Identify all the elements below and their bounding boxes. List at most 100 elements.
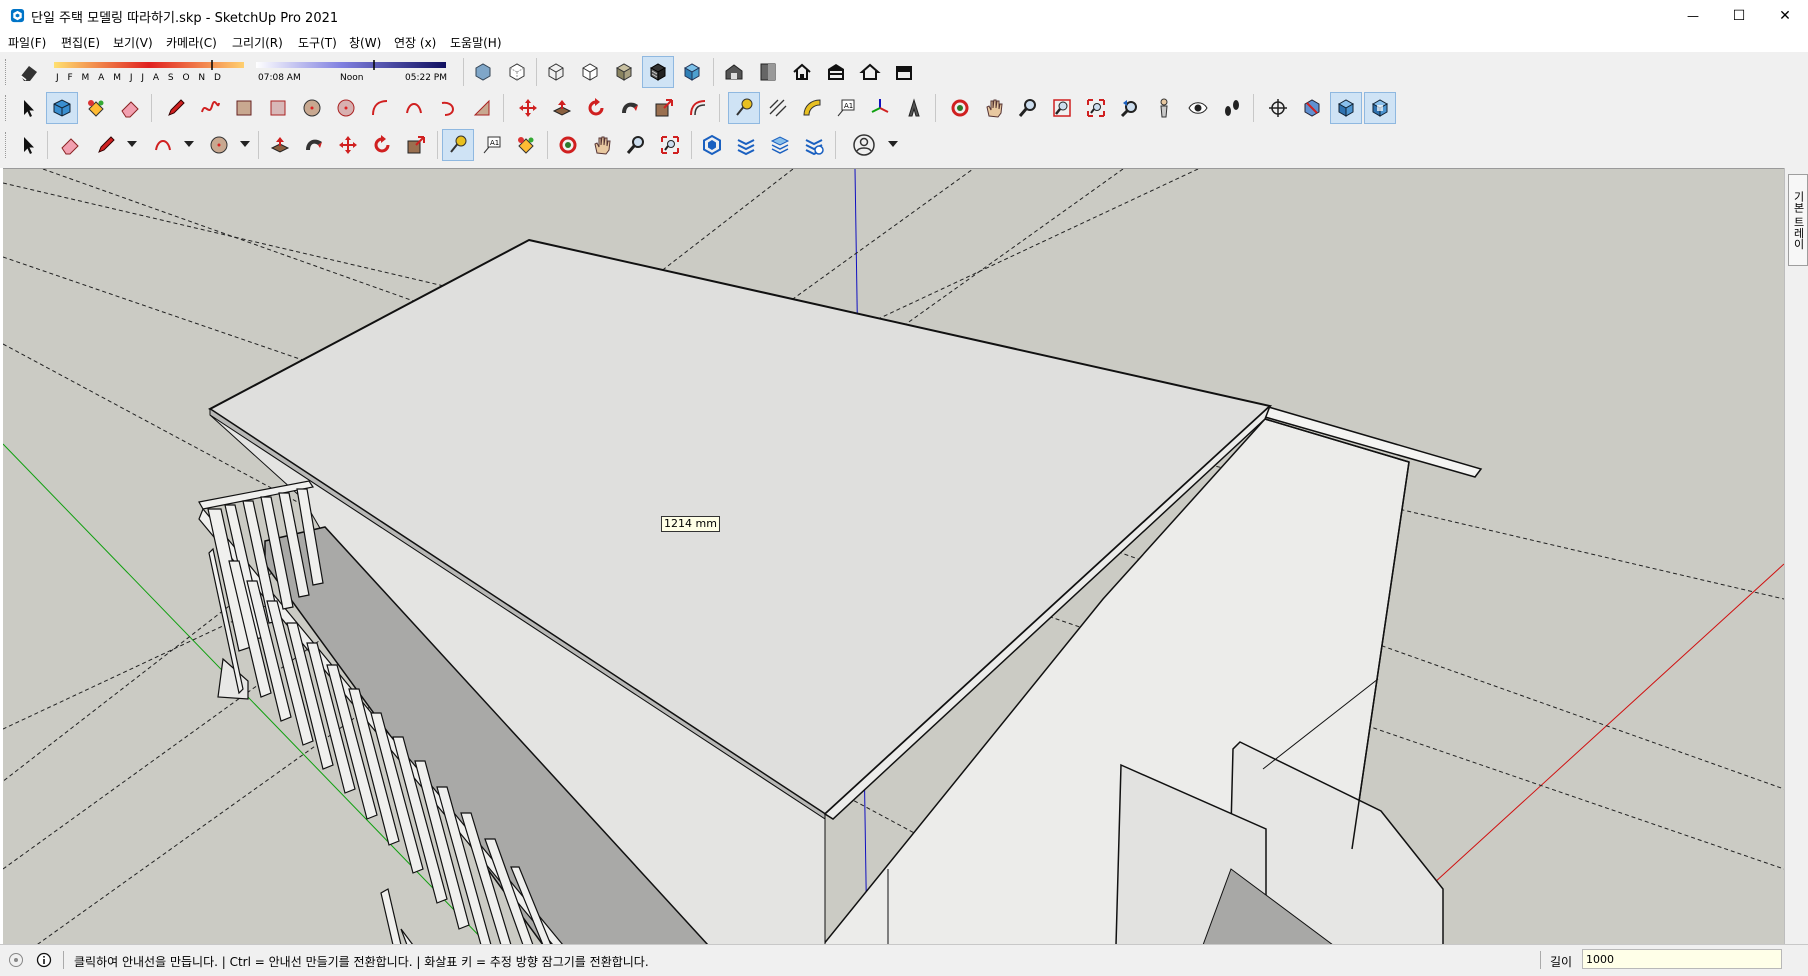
pencil-button[interactable] xyxy=(161,93,191,123)
scale-button[interactable] xyxy=(649,93,679,123)
walk-button[interactable] xyxy=(1217,93,1247,123)
zoom-button[interactable] xyxy=(621,130,651,160)
rotated-rectangle-button[interactable] xyxy=(263,93,293,123)
model-info-button[interactable] xyxy=(799,130,829,160)
pencil-dropdown-icon[interactable] xyxy=(127,141,137,147)
menu-extensions[interactable]: 연장 (x) xyxy=(394,34,436,51)
select-button[interactable] xyxy=(13,93,43,123)
menu-window[interactable]: 창(W) xyxy=(349,34,381,51)
dimension-button[interactable] xyxy=(763,93,793,123)
look-around-button[interactable] xyxy=(1183,93,1213,123)
arc-button[interactable] xyxy=(148,130,178,160)
warehouse-component-button[interactable] xyxy=(889,57,919,87)
menu-help[interactable]: 도움말(H) xyxy=(450,34,502,51)
orbit-button[interactable] xyxy=(553,130,583,160)
rectangle-button[interactable] xyxy=(229,93,259,123)
toolbar-grip[interactable] xyxy=(5,132,9,158)
extension-button[interactable] xyxy=(731,130,761,160)
pan-button[interactable] xyxy=(979,93,1009,123)
menu-tools[interactable]: 도구(T) xyxy=(298,34,337,51)
display-section-planes-button[interactable] xyxy=(1297,93,1327,123)
toolbar-grip[interactable] xyxy=(5,59,9,85)
eraser-button[interactable] xyxy=(55,130,85,160)
freehand-button[interactable] xyxy=(195,93,225,123)
menu-camera[interactable]: 카메라(C) xyxy=(166,34,217,51)
circle-button[interactable] xyxy=(204,130,234,160)
monochrome-button[interactable] xyxy=(677,57,707,87)
warehouse-button[interactable] xyxy=(719,57,749,87)
arc-dropdown-icon[interactable] xyxy=(184,141,194,147)
display-section-cuts-button[interactable] xyxy=(1330,92,1362,124)
menu-file[interactable]: 파일(F) xyxy=(8,34,46,51)
zoom-window-button[interactable] xyxy=(1047,93,1077,123)
zoom-button[interactable] xyxy=(1013,93,1043,123)
warehouse-button[interactable] xyxy=(697,130,727,160)
text-button[interactable]: A1 xyxy=(477,130,507,160)
time-gradient-bar[interactable] xyxy=(256,60,446,70)
menu-view[interactable]: 보기(V) xyxy=(113,34,153,51)
position-camera-button[interactable] xyxy=(1149,93,1179,123)
geo-location-icon[interactable] xyxy=(8,952,24,968)
follow-me-button[interactable] xyxy=(615,93,645,123)
default-tray-tab[interactable]: 기본 트레이 xyxy=(1788,174,1808,266)
shaded-textures-button[interactable] xyxy=(642,56,674,88)
component-button[interactable] xyxy=(46,92,78,124)
month-gradient-bar[interactable] xyxy=(54,60,244,70)
maximize-button[interactable]: ☐ xyxy=(1716,0,1762,31)
move-button[interactable] xyxy=(333,130,363,160)
account-dropdown-icon[interactable] xyxy=(888,141,898,147)
previous-view-button[interactable] xyxy=(1115,93,1145,123)
pan-button[interactable] xyxy=(587,130,617,160)
section-plane-button[interactable] xyxy=(1263,93,1293,123)
scale-button[interactable] xyxy=(401,130,431,160)
shaded-button[interactable] xyxy=(609,57,639,87)
layers-button[interactable] xyxy=(765,130,795,160)
toolbar-grip[interactable] xyxy=(5,95,9,121)
move-button[interactable] xyxy=(513,93,543,123)
paint-bucket-button[interactable] xyxy=(81,93,111,123)
minimize-button[interactable]: — xyxy=(1670,0,1716,31)
tape-measure-button[interactable] xyxy=(442,129,474,161)
menu-draw[interactable]: 그리기(R) xyxy=(232,34,283,51)
push-pull-button[interactable] xyxy=(265,130,295,160)
three-point-arc-button[interactable] xyxy=(433,93,463,123)
display-section-fill-button[interactable] xyxy=(1364,92,1396,124)
measurements-input[interactable] xyxy=(1582,949,1782,969)
select-button[interactable] xyxy=(13,130,43,160)
arc-button[interactable] xyxy=(365,93,395,123)
push-pull-button[interactable] xyxy=(547,93,577,123)
account-button[interactable] xyxy=(849,130,879,160)
two-point-arc-button[interactable] xyxy=(399,93,429,123)
zoom-extents-button[interactable] xyxy=(655,130,685,160)
3d-text-button[interactable] xyxy=(899,93,929,123)
rotate-button[interactable] xyxy=(367,130,397,160)
tape-measure-button[interactable] xyxy=(728,92,760,124)
axes-button[interactable] xyxy=(865,93,895,123)
orbit-button[interactable] xyxy=(945,93,975,123)
offset-button[interactable] xyxy=(683,93,713,123)
xray-button[interactable] xyxy=(468,57,498,87)
zoom-extents-button[interactable] xyxy=(1081,93,1111,123)
text-button[interactable]: A1 xyxy=(831,93,861,123)
rotate-button[interactable] xyxy=(581,93,611,123)
eraser-button[interactable] xyxy=(14,57,44,87)
pie-button[interactable] xyxy=(467,93,497,123)
back-edges-button[interactable] xyxy=(502,57,532,87)
pencil-button[interactable] xyxy=(91,130,121,160)
eraser-button[interactable] xyxy=(115,93,145,123)
circle-button[interactable] xyxy=(297,93,327,123)
home-button[interactable] xyxy=(787,57,817,87)
warehouse-share-button[interactable] xyxy=(821,57,851,87)
protractor-button[interactable] xyxy=(797,93,827,123)
circle-dropdown-icon[interactable] xyxy=(240,141,250,147)
wireframe-button[interactable] xyxy=(541,57,571,87)
house-outline-button[interactable] xyxy=(855,57,885,87)
close-button[interactable]: ✕ xyxy=(1762,0,1808,31)
instructor-info-icon[interactable] xyxy=(36,952,52,968)
hidden-line-button[interactable] xyxy=(575,57,605,87)
extension-warehouse-button[interactable] xyxy=(753,57,783,87)
follow-me-button[interactable] xyxy=(299,130,329,160)
polygon-button[interactable] xyxy=(331,93,361,123)
menu-edit[interactable]: 편집(E) xyxy=(61,34,100,51)
model-viewport[interactable]: 1214 mm xyxy=(3,168,1784,945)
